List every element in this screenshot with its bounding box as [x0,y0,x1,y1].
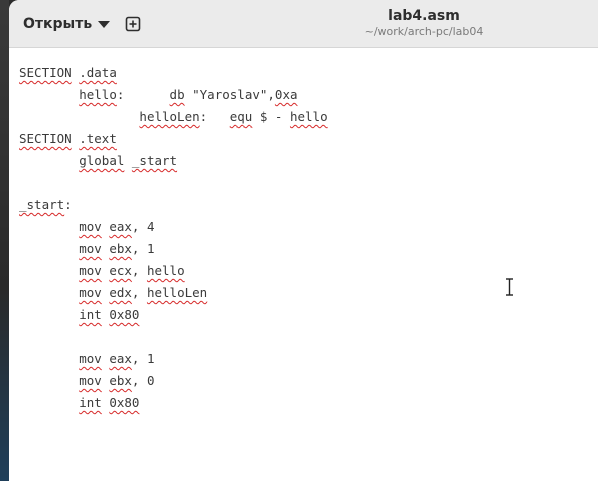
desktop-edge [0,0,9,481]
spellcheck-token: ebx [109,241,132,256]
code-line: hello: db "Yaroslav",0xa [19,84,328,106]
header-bar: Открыть lab4.asm ~/work/arch-pc/lab04 [9,0,598,48]
code-line: mov ebx, 1 [19,238,328,260]
spellcheck-token: int [79,395,102,410]
code-content[interactable]: SECTION .data hello: db "Yaroslav",0xa h… [19,62,328,414]
spellcheck-token: mov [79,373,102,388]
spellcheck-token: 0x80 [109,395,140,410]
spellcheck-token: SECTION [19,65,72,80]
code-line: mov edx, helloLen [19,282,328,304]
window-subtitle: ~/work/arch-pc/lab04 [364,25,484,38]
spellcheck-token: eax [109,219,132,234]
code-line: mov ebx, 0 [19,370,328,392]
spellcheck-token: helloLen [139,109,200,124]
spellcheck-token: hello [146,263,185,278]
spellcheck-token: int [79,307,102,322]
text-cursor-icon [506,278,513,296]
code-line: SECTION .text [19,128,328,150]
editor-window: Открыть lab4.asm ~/work/arch-pc/lab04 SE… [9,0,598,481]
code-token: , 4 [131,219,155,234]
code-token: : [64,197,72,212]
spellcheck-token: 0xa [274,87,298,102]
spellcheck-token: ecx [109,263,132,278]
code-line: int 0x80 [19,392,328,414]
code-line: _start: [19,194,328,216]
open-button[interactable]: Открыть [15,10,118,38]
code-token: , [131,285,147,300]
code-line: int 0x80 [19,304,328,326]
spellcheck-token: hello [289,109,328,124]
spellcheck-token: mov [79,263,102,278]
spellcheck-token: .text [79,131,117,146]
code-token: : [116,87,170,102]
spellcheck-token: 0x80 [109,307,140,322]
spellcheck-token: mov [79,241,102,256]
spellcheck-token: .data [79,65,117,80]
window-title-area: lab4.asm ~/work/arch-pc/lab04 [329,7,519,39]
spellcheck-token: _start [131,153,178,168]
spellcheck-token: mov [79,285,102,300]
code-token: , 1 [131,241,155,256]
spellcheck-token: equ [229,109,253,124]
code-line: mov eax, 1 [19,348,328,370]
code-token: : [199,109,230,124]
spellcheck-token: eax [109,351,132,366]
window-title: lab4.asm [388,8,460,24]
text-editor-area[interactable]: SECTION .data hello: db "Yaroslav",0xa h… [9,48,598,481]
spellcheck-token: hello [79,87,117,102]
chevron-down-icon [98,20,111,28]
code-line: mov eax, 4 [19,216,328,238]
spellcheck-token: edx [109,285,132,300]
spellcheck-token: _start [19,197,65,212]
spellcheck-token: db [169,87,185,102]
spellcheck-token: mov [79,351,102,366]
code-line: mov ecx, hello [19,260,328,282]
code-token: $ - [252,109,290,124]
new-tab-icon [125,16,141,32]
code-token: , 1 [131,351,155,366]
spellcheck-token: global [79,153,125,168]
code-token: "Yaroslav", [184,87,275,102]
code-token: , 0 [131,373,155,388]
new-tab-button[interactable] [123,14,143,34]
code-line: global _start [19,150,328,172]
code-line: helloLen: equ $ - hello [19,106,328,128]
code-token: , [131,263,147,278]
spellcheck-token: ebx [109,373,132,388]
open-button-label: Открыть [23,16,93,32]
code-line: SECTION .data [19,62,328,84]
spellcheck-token: mov [79,219,102,234]
spellcheck-token: helloLen [146,285,208,300]
spellcheck-token: SECTION [19,131,72,146]
